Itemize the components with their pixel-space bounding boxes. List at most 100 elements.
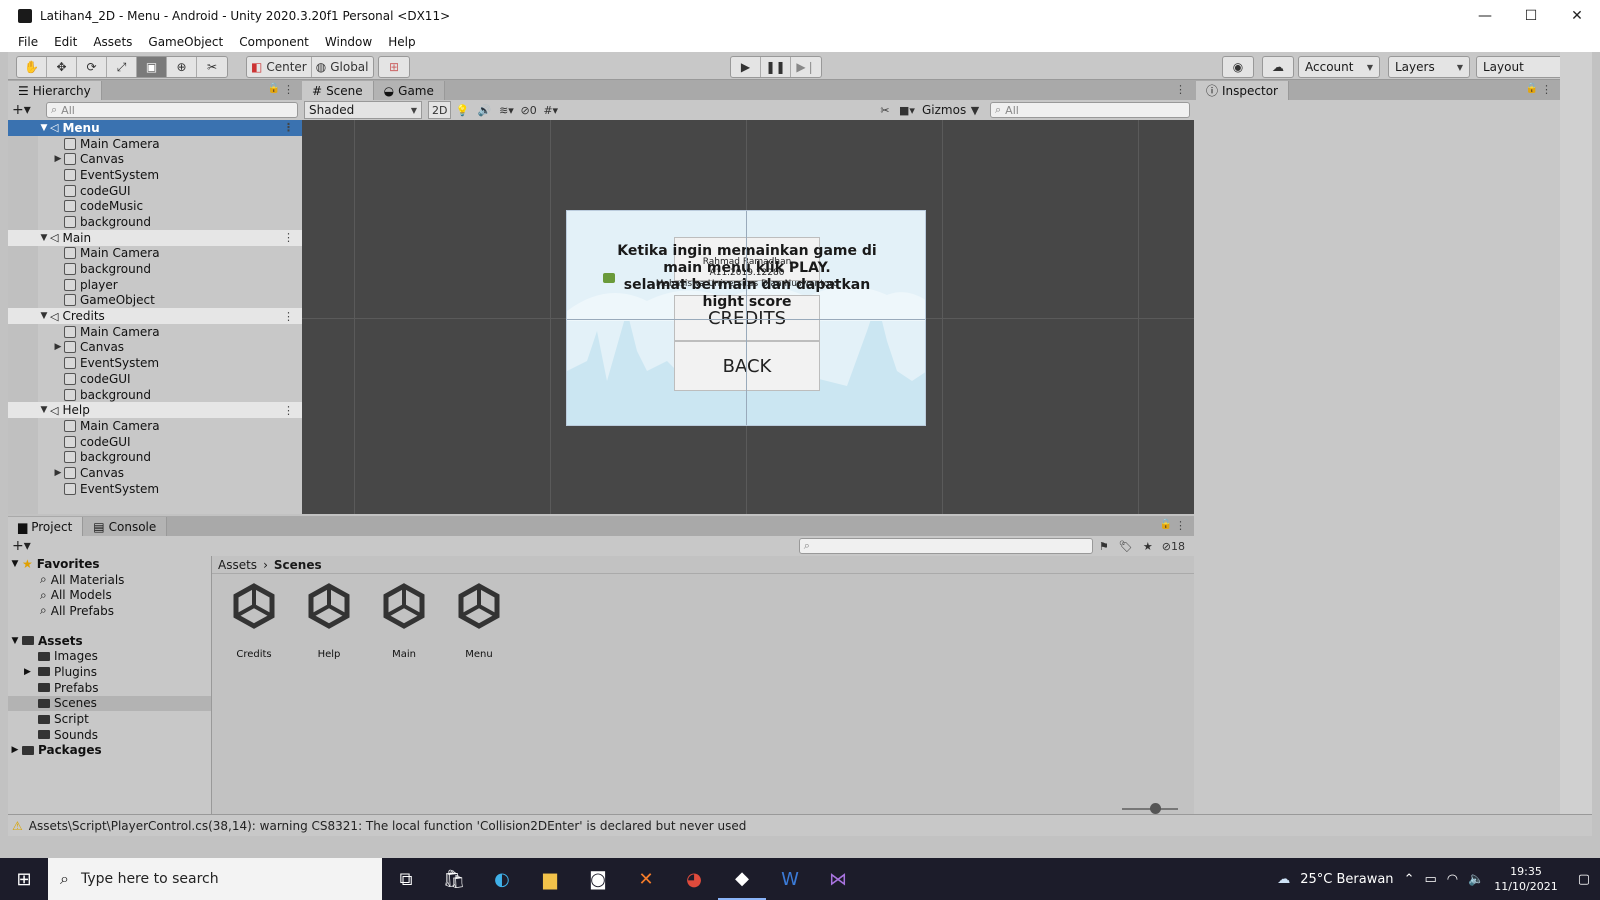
play-button[interactable]: ▶ — [731, 57, 761, 77]
kebab-menu-icon[interactable]: ⋮ — [283, 310, 294, 323]
hierarchy-object-row[interactable]: EventSystem — [8, 167, 302, 183]
kebab-menu-icon[interactable]: ⋮ — [1175, 519, 1186, 532]
kebab-menu-icon[interactable]: ⋮ — [283, 83, 294, 96]
audio-icon[interactable]: 🔊 — [473, 101, 495, 119]
lighting-icon[interactable]: 💡 — [451, 101, 473, 119]
chevron-right-icon[interactable]: ▶ — [52, 342, 64, 352]
chevron-down-icon[interactable]: ▼ — [964, 101, 986, 119]
rotate-tool-icon[interactable]: ⟳ — [77, 57, 107, 77]
lock-icon[interactable]: 🔒 — [1160, 519, 1172, 530]
transform-tool-icon[interactable]: ⊕ — [167, 57, 197, 77]
tab-game[interactable]: ◒ Game — [373, 81, 445, 100]
tab-hierarchy[interactable]: ☰ Hierarchy — [8, 81, 102, 100]
word-icon[interactable]: W — [766, 858, 814, 900]
chevron-right-icon[interactable]: ▶ — [52, 154, 64, 164]
menu-help[interactable]: Help — [380, 35, 423, 49]
shading-mode-dropdown[interactable]: Shaded ▼ — [304, 101, 422, 119]
visual-studio-icon[interactable]: ⋈ — [814, 858, 862, 900]
folder-item[interactable]: ▶ Plugins — [8, 664, 211, 680]
xampp-icon[interactable]: ✕ — [622, 858, 670, 900]
pivot-global-toggle[interactable]: ◍ Global — [312, 57, 373, 77]
menu-window[interactable]: Window — [317, 35, 380, 49]
folder-item[interactable]: Images — [8, 648, 211, 664]
gizmos-dropdown[interactable]: Gizmos — [918, 101, 966, 119]
hierarchy-object-row[interactable]: Main Camera — [8, 136, 302, 152]
scene-asset[interactable]: Menu — [449, 582, 509, 660]
menu-edit[interactable]: Edit — [46, 35, 85, 49]
kebab-menu-icon[interactable]: ⋮ — [283, 121, 294, 134]
breadcrumb-scenes[interactable]: Scenes — [274, 558, 322, 572]
windows-start-icon[interactable]: ⊞ — [0, 858, 48, 900]
task-view-icon[interactable]: ⧉ — [382, 858, 430, 900]
account-dropdown[interactable]: Account ▼ — [1298, 56, 1380, 78]
hierarchy-object-row[interactable]: ▶ Canvas — [8, 465, 302, 481]
filter-label-icon[interactable]: 🏷 — [1115, 537, 1137, 555]
add-object-button[interactable]: +▾ — [12, 102, 40, 118]
weather-text[interactable]: 25°C Berawan — [1300, 872, 1393, 887]
battery-icon[interactable]: ▭ — [1424, 872, 1436, 887]
hierarchy-object-row[interactable]: codeGUI — [8, 371, 302, 387]
folder-item-selected[interactable]: Scenes — [8, 695, 211, 712]
favorite-item[interactable]: ⌕ All Models — [8, 587, 211, 603]
hierarchy-search-input[interactable]: ⌕ All — [46, 102, 298, 118]
breadcrumb-assets[interactable]: Assets — [218, 558, 257, 572]
menu-assets[interactable]: Assets — [85, 35, 140, 49]
grid-snap-icon[interactable]: ⊞ — [379, 57, 409, 77]
maximize-button[interactable]: ☐ — [1508, 0, 1554, 32]
hierarchy-object-row[interactable]: GameObject — [8, 293, 302, 309]
scene-asset[interactable]: Credits — [224, 582, 284, 660]
create-asset-button[interactable]: +▾ — [12, 538, 40, 554]
icon-size-slider[interactable] — [1122, 803, 1178, 814]
favorite-star-icon[interactable]: ★ — [1137, 537, 1159, 555]
pivot-center-toggle[interactable]: ◧ Center — [247, 57, 312, 77]
hierarchy-object-row[interactable]: Main Camera — [8, 246, 302, 262]
scene-asset[interactable]: Main — [374, 582, 434, 660]
hierarchy-object-row[interactable]: EventSystem — [8, 481, 302, 497]
minimize-button[interactable]: — — [1462, 0, 1508, 32]
chevron-down-icon[interactable]: ▼ — [38, 123, 50, 133]
hierarchy-object-row[interactable]: ▶ Canvas — [8, 340, 302, 356]
scene-viewport[interactable]: CREDITS BACK Ketika ingin memainkan game… — [302, 120, 1194, 514]
layers-dropdown[interactable]: Layers ▼ — [1388, 56, 1470, 78]
camera-icon[interactable]: ■▾ — [896, 101, 918, 119]
tab-inspector[interactable]: ⓘ Inspector — [1196, 81, 1289, 100]
lock-icon[interactable]: 🔒 — [268, 83, 280, 94]
grid-toggle-icon[interactable]: #▾ — [540, 101, 562, 119]
lock-icon[interactable]: 🔒 — [1526, 83, 1538, 94]
hierarchy-object-row[interactable]: codeMusic — [8, 198, 302, 214]
hierarchy-object-row[interactable]: EventSystem — [8, 355, 302, 371]
hierarchy-object-row[interactable]: ▶ Canvas — [8, 151, 302, 167]
hierarchy-object-row[interactable]: Main Camera — [8, 324, 302, 340]
folder-item[interactable]: Sounds — [8, 727, 211, 743]
hierarchy-object-row[interactable]: player — [8, 277, 302, 293]
chevron-down-icon[interactable]: ▼ — [38, 405, 50, 415]
tab-console[interactable]: ▤ Console — [83, 517, 168, 536]
notification-icon[interactable]: ▢ — [1578, 872, 1590, 887]
kebab-menu-icon[interactable]: ⋮ — [1541, 83, 1552, 96]
hierarchy-object-row[interactable]: background — [8, 214, 302, 230]
hierarchy-object-row[interactable]: background — [8, 449, 302, 465]
favorite-item[interactable]: ⌕ All Prefabs — [8, 603, 211, 619]
hierarchy-scene-row[interactable]: ▼ ◁ Credits ⋮ — [8, 308, 302, 324]
step-button[interactable]: ▶❘ — [791, 57, 821, 77]
hidden-objects-icon[interactable]: ⊘ 0 — [517, 101, 539, 119]
project-search-input[interactable]: ⌕ — [798, 538, 1093, 554]
hierarchy-object-row[interactable]: codeGUI — [8, 434, 302, 450]
effects-icon[interactable]: ≋▾ — [495, 101, 517, 119]
menu-gameobject[interactable]: GameObject — [140, 35, 231, 49]
status-bar[interactable]: ⚠ Assets\Script\PlayerControl.cs(38,14):… — [8, 814, 1592, 836]
scene-asset[interactable]: Help — [299, 582, 359, 660]
clock[interactable]: 19:35 11/10/2021 — [1494, 864, 1557, 894]
tab-scene[interactable]: # Scene — [302, 81, 374, 100]
weather-icon[interactable]: ☁ — [1277, 872, 1290, 887]
store-icon[interactable]: 🛍 — [430, 858, 478, 900]
chevron-down-icon[interactable]: ▼ — [38, 233, 50, 243]
slider-knob[interactable] — [1150, 803, 1161, 814]
hierarchy-object-row[interactable]: Main Camera — [8, 418, 302, 434]
favorites-header[interactable]: ▼ ★ Favorites — [8, 556, 211, 572]
hierarchy-scene-row[interactable]: ▼ ◁ Main ⋮ — [8, 229, 302, 246]
taskbar-search-box[interactable]: ⌕ Type here to search — [48, 858, 382, 900]
scale-tool-icon[interactable]: ⤢ — [107, 57, 137, 77]
folder-item[interactable]: Script — [8, 711, 211, 727]
hand-tool-icon[interactable]: ✋ — [17, 57, 47, 77]
